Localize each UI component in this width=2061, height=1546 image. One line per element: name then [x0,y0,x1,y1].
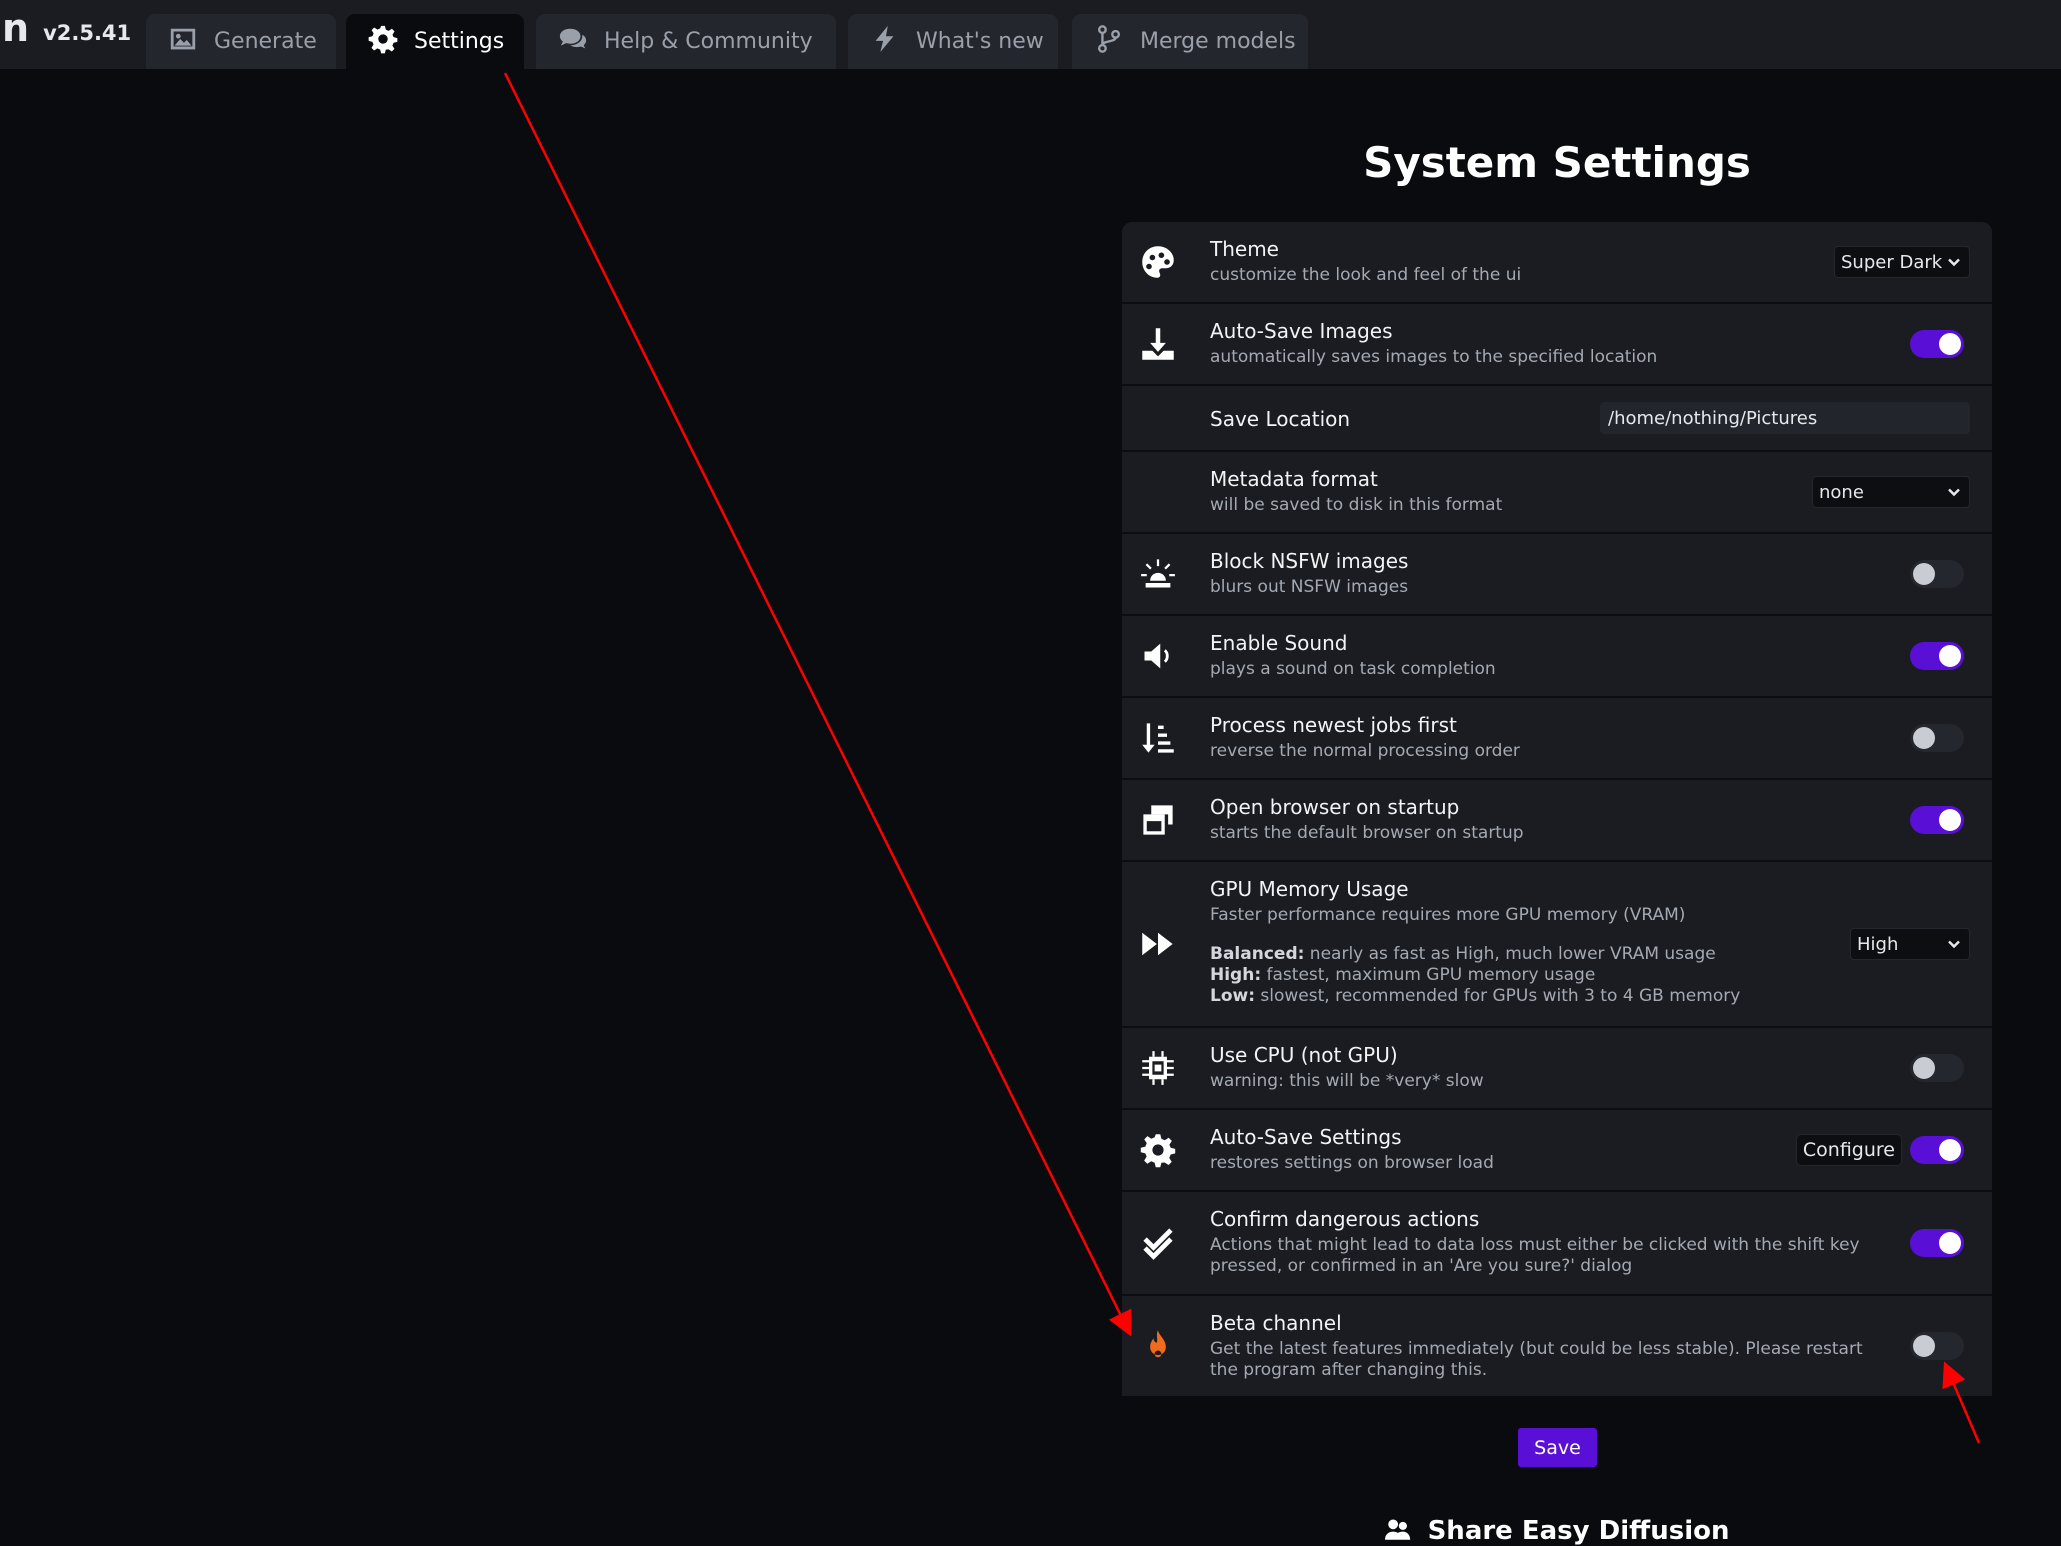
download-icon [1140,326,1176,362]
tab-label: What's new [916,29,1044,54]
fast-forward-icon [1140,926,1176,962]
code-branch-icon [1094,24,1124,60]
setting-label: Enable Sound [1210,631,1348,655]
note-line: High: fastest, maximum GPU memory usage [1210,965,1596,985]
microchip-icon [1140,1050,1176,1086]
setting-row-block-nsfw: Block NSFW images blurs out NSFW images [1122,534,1992,616]
open-browser-toggle[interactable] [1910,806,1964,834]
beta-channel-toggle[interactable] [1910,1332,1964,1360]
setting-description: warning: this will be *very* slow [1210,1071,1484,1091]
setting-description: plays a sound on task completion [1210,659,1496,679]
setting-row-open-browser: Open browser on startup starts the defau… [1122,780,1992,862]
comments-icon [558,24,588,60]
sort-icon [1140,720,1176,756]
tab-label: Help & Community [604,29,813,54]
block-nsfw-toggle[interactable] [1910,560,1964,588]
setting-row-theme: Theme customize the look and feel of the… [1122,222,1992,304]
setting-label: GPU Memory Usage [1210,877,1409,901]
note-line: Low: slowest, recommended for GPUs with … [1210,986,1741,1006]
page-title: System Settings [1363,138,1751,187]
setting-label: Beta channel [1210,1311,1342,1335]
setting-label: Open browser on startup [1210,795,1460,819]
fire-icon [1140,1328,1176,1364]
setting-row-confirm-dangerous: Confirm dangerous actions Actions that m… [1122,1192,1992,1296]
image-icon [168,24,198,60]
tab-label: Generate [214,29,317,54]
share-title: Share Easy Diffusion [1427,1516,1730,1546]
gpu-memory-notes: Balanced: nearly as fast as High, much l… [1210,944,1872,1007]
setting-row-process-newest-first: Process newest jobs first reverse the no… [1122,698,1992,780]
theme-select[interactable]: Super Dark [1834,246,1970,278]
metadata-format-select[interactable]: none [1812,476,1970,508]
setting-label: Block NSFW images [1210,549,1409,573]
chevron-down-icon [1947,485,1961,499]
tab-label: Merge models [1140,29,1296,54]
window-restore-icon [1140,802,1176,838]
setting-description: customize the look and feel of the ui [1210,265,1522,285]
palette-icon [1140,244,1176,280]
setting-row-beta-channel: Beta channel Get the latest features imm… [1122,1296,1992,1396]
setting-description: starts the default browser on startup [1210,823,1524,843]
bolt-icon [870,24,900,60]
setting-description: blurs out NSFW images [1210,577,1409,597]
volume-icon [1140,638,1176,674]
setting-label: Auto-Save Settings [1210,1125,1402,1149]
setting-row-auto-save-settings: Auto-Save Settings restores settings on … [1122,1110,1992,1192]
top-bar: n v2.5.41 Generate Settings Help & Commu… [0,0,2061,69]
tab-help-community[interactable]: Help & Community [536,14,836,69]
save-location-input[interactable] [1600,402,1970,434]
confirm-dangerous-toggle[interactable] [1910,1229,1964,1257]
auto-save-settings-toggle[interactable] [1910,1136,1964,1164]
app-version: v2.5.41 [43,20,132,45]
settings-panel: Theme customize the look and feel of the… [1122,222,1992,1396]
app-logo: n [2,5,30,50]
use-cpu-toggle[interactable] [1910,1054,1964,1082]
users-icon [1384,1516,1419,1546]
tab-label: Settings [414,29,505,54]
chevron-down-icon [1947,255,1961,269]
tab-generate[interactable]: Generate [146,14,336,69]
setting-description: Get the latest features immediately (but… [1210,1339,1863,1380]
check-double-icon [1140,1225,1176,1261]
configure-button[interactable]: Configure [1795,1134,1902,1166]
setting-row-auto-save-images: Auto-Save Images automatically saves ima… [1122,304,1992,386]
note-line: Balanced: nearly as fast as High, much l… [1210,944,1716,964]
setting-label: Use CPU (not GPU) [1210,1043,1398,1067]
gpu-memory-select[interactable]: High [1850,928,1970,960]
setting-description: will be saved to disk in this format [1210,495,1503,515]
siren-icon [1140,556,1176,592]
arrow-to-beta-icon [503,72,1132,1337]
tab-whats-new[interactable]: What's new [848,14,1058,69]
tab-merge-models[interactable]: Merge models [1072,14,1308,69]
process-newest-first-toggle[interactable] [1910,724,1964,752]
setting-description: Actions that might lead to data loss mus… [1210,1235,1860,1276]
setting-label: Metadata format [1210,467,1378,491]
setting-row-use-cpu: Use CPU (not GPU) warning: this will be … [1122,1028,1992,1110]
select-value: High [1857,933,1899,955]
setting-label: Confirm dangerous actions [1210,1207,1480,1231]
gear-icon [368,24,398,60]
tab-settings[interactable]: Settings [346,14,524,69]
auto-save-images-toggle[interactable] [1910,330,1964,358]
share-heading: Share Easy Diffusion [1122,1516,1992,1546]
setting-description: Faster performance requires more GPU mem… [1210,905,1686,925]
save-button[interactable]: Save [1518,1428,1597,1467]
select-value: Super Dark [1841,251,1943,273]
enable-sound-toggle[interactable] [1910,642,1964,670]
select-value: none [1819,481,1864,503]
brand: n v2.5.41 [0,0,131,69]
setting-row-gpu-memory: GPU Memory Usage Faster performance requ… [1122,862,1992,1028]
chevron-down-icon [1947,937,1961,951]
setting-description: reverse the normal processing order [1210,741,1520,761]
setting-row-metadata-format: Metadata format will be saved to disk in… [1122,452,1992,534]
setting-label: Auto-Save Images [1210,319,1393,343]
setting-label: Theme [1210,237,1279,261]
setting-label: Process newest jobs first [1210,713,1457,737]
setting-row-enable-sound: Enable Sound plays a sound on task compl… [1122,616,1992,698]
setting-description: automatically saves images to the specif… [1210,347,1658,367]
gear-icon [1140,1132,1176,1168]
setting-description: restores settings on browser load [1210,1153,1494,1173]
setting-row-save-location: Save Location [1122,386,1992,452]
